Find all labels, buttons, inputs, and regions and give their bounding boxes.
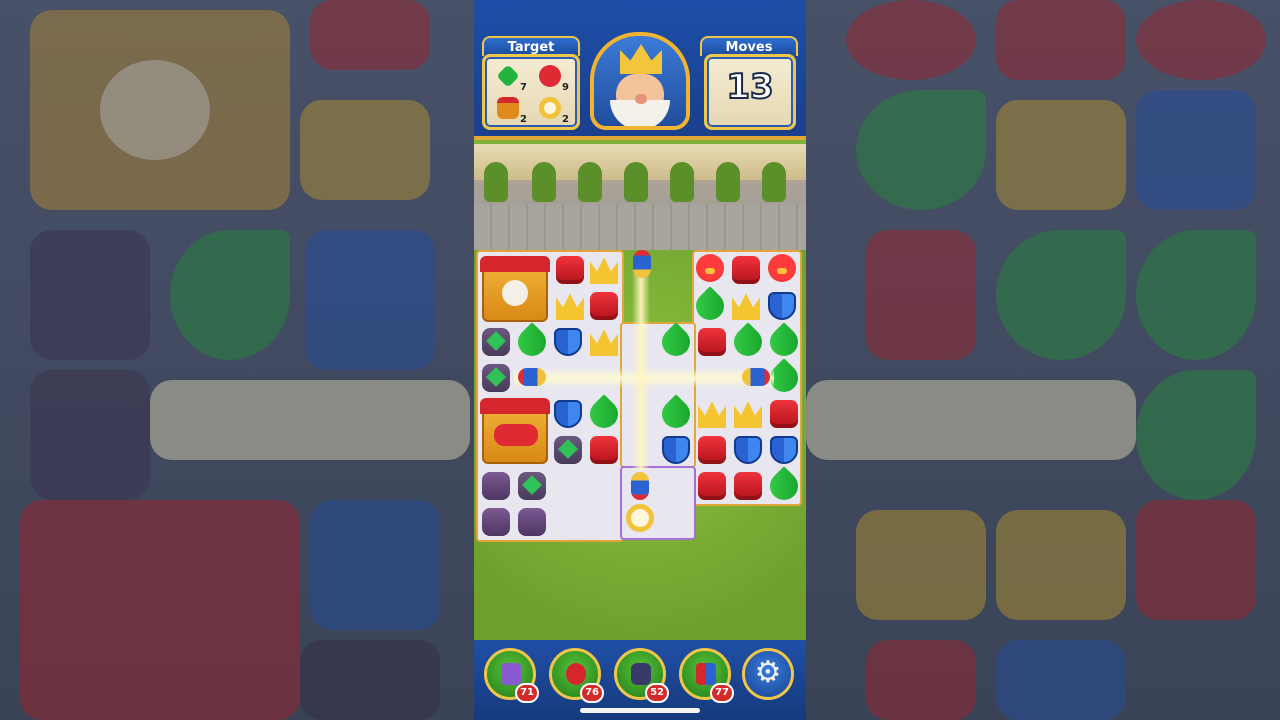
tile-green-leaf[interactable] <box>690 286 730 326</box>
rocket-vertical-bottom <box>622 468 658 504</box>
tile-red-box[interactable] <box>766 396 802 432</box>
target-red-bird: 9 <box>533 63 573 93</box>
tile-red-box[interactable] <box>730 468 766 504</box>
tile-blue-shield[interactable] <box>550 396 586 432</box>
hammer-icon <box>501 663 521 685</box>
settings-button[interactable]: ⚙ <box>742 648 794 700</box>
tile-green-leaf[interactable] <box>512 322 552 362</box>
tile-green-leaf[interactable] <box>656 394 696 434</box>
tile-yellow-crown[interactable] <box>730 396 766 432</box>
home-indicator[interactable] <box>580 708 700 713</box>
tile-purple-rock[interactable] <box>514 504 550 540</box>
tile-green-leaf[interactable] <box>764 466 804 506</box>
target-green-gem: 7 <box>491 63 531 93</box>
background-blur-left <box>0 0 474 720</box>
target-count: 2 <box>562 114 569 125</box>
tile-red-box[interactable] <box>586 432 622 468</box>
booster-count: 76 <box>580 683 604 703</box>
tile-green-leaf[interactable] <box>656 322 696 362</box>
gold-ring-icon <box>539 97 561 119</box>
target-title: Target <box>482 36 580 56</box>
tile-yellow-crown[interactable] <box>728 288 764 324</box>
tile-green-leaf[interactable] <box>764 322 804 362</box>
tile-blue-shield[interactable] <box>766 432 802 468</box>
tile-yellow-crown[interactable] <box>586 252 622 288</box>
tile-red-box[interactable] <box>728 252 764 288</box>
booster-cannon[interactable]: 52 <box>614 648 669 703</box>
bird-house-bottom[interactable] <box>480 398 550 464</box>
tile-red-box[interactable] <box>694 324 730 360</box>
target-count: 7 <box>520 82 527 93</box>
tile-gem-rock[interactable] <box>514 468 550 504</box>
target-panel: 7 9 2 2 <box>482 54 580 130</box>
tile-bird[interactable] <box>764 250 800 286</box>
target-count: 2 <box>520 114 527 125</box>
game-screen: Target 7 9 2 2 Moves 13 71 76 52 77 ⚙ <box>0 0 1280 720</box>
red-bird-icon <box>539 65 561 87</box>
bird-house-icon <box>497 97 519 119</box>
booster-count: 71 <box>515 683 539 703</box>
background-blur-right <box>806 0 1280 720</box>
tile-red-box[interactable] <box>586 288 622 324</box>
tile-gem-rock[interactable] <box>478 324 514 360</box>
booster-hammer[interactable]: 71 <box>484 648 539 703</box>
tile-yellow-crown[interactable] <box>586 324 622 360</box>
gear-icon: ⚙ <box>754 655 782 690</box>
tile-yellow-crown[interactable] <box>694 396 730 432</box>
hud-bar: Target 7 9 2 2 Moves 13 <box>474 0 806 140</box>
courtyard-scenery <box>474 144 806 250</box>
king-portrait <box>590 32 690 130</box>
cannon-icon <box>631 663 651 685</box>
moves-title: Moves <box>700 36 798 56</box>
jester-hat-icon <box>696 663 716 685</box>
tile-blue-shield[interactable] <box>730 432 766 468</box>
rocket-vertical-top <box>624 246 660 282</box>
tile-red-box[interactable] <box>694 432 730 468</box>
tile-blue-shield[interactable] <box>764 288 800 324</box>
booster-count: 52 <box>645 683 669 703</box>
tile-bird[interactable] <box>692 250 728 286</box>
booster-arrow[interactable]: 76 <box>549 648 604 703</box>
target-count: 9 <box>562 82 569 93</box>
tile-blue-shield[interactable] <box>658 432 694 468</box>
tile-yellow-crown[interactable] <box>552 288 588 324</box>
target-gold-ring: 2 <box>533 95 573 125</box>
game-viewport: Target 7 9 2 2 Moves 13 71 76 52 77 ⚙ <box>474 0 806 720</box>
rocket-horizontal-left <box>514 360 550 396</box>
target-bird-house: 2 <box>491 95 531 125</box>
tile-purple-rock[interactable] <box>478 468 514 504</box>
tile-gem-rock[interactable] <box>478 360 514 396</box>
rocket-horizontal-right <box>738 360 774 396</box>
tile-green-leaf[interactable] <box>584 394 624 434</box>
tile-red-box[interactable] <box>694 468 730 504</box>
tile-green-leaf[interactable] <box>728 322 768 362</box>
bird-house-top[interactable] <box>480 256 550 322</box>
crown-icon <box>620 44 662 74</box>
tile-blue-shield[interactable] <box>550 324 586 360</box>
green-gem-icon <box>496 64 520 88</box>
arrow-icon <box>566 663 586 685</box>
booster-count: 77 <box>710 683 734 703</box>
rocket-blast-vertical <box>632 270 650 470</box>
moves-panel: 13 <box>704 54 796 130</box>
tile-gold-ring[interactable] <box>622 500 658 536</box>
moves-counter: 13 <box>725 66 774 108</box>
tile-purple-rock[interactable] <box>478 504 514 540</box>
booster-jester-hat[interactable]: 77 <box>679 648 734 703</box>
tile-red-box[interactable] <box>552 252 588 288</box>
tile-gem-rock[interactable] <box>550 432 586 468</box>
